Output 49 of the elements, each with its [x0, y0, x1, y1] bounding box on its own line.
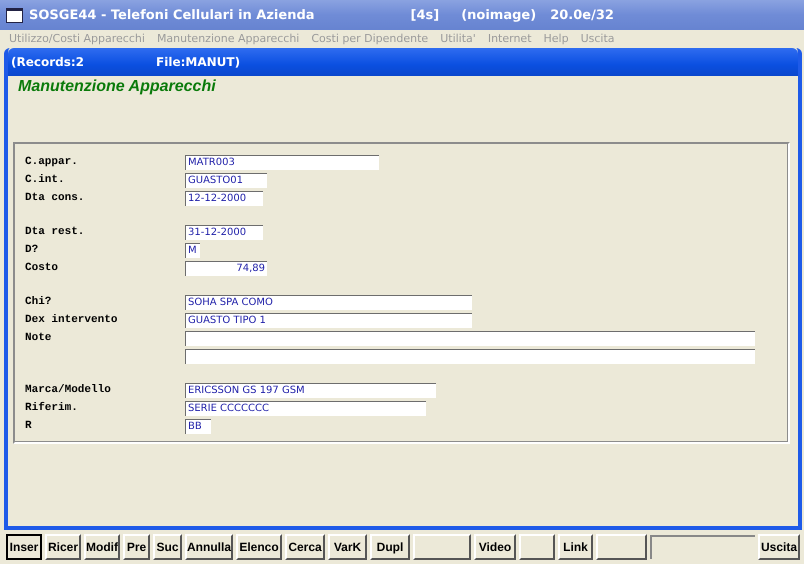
input-field[interactable]: SERIE CCCCCCC	[185, 400, 426, 416]
toolbar-button[interactable]: Dupl	[370, 534, 410, 560]
file-name: File:MANUT)	[156, 55, 240, 69]
toolbar-button[interactable]: Inser	[6, 534, 42, 560]
input-field[interactable]: ERICSSON GS 197 GSM	[185, 382, 436, 398]
input-field[interactable]: GUASTO TIPO 1	[185, 312, 472, 328]
input-field[interactable]: 12-12-2000	[185, 190, 263, 206]
toolbar-button[interactable]: Pre	[123, 534, 150, 560]
field-label: Chi?	[25, 296, 52, 308]
toolbar-button[interactable]: Annulla	[185, 534, 233, 560]
title-info: [4s]	[410, 8, 440, 22]
input-field[interactable]: M	[185, 242, 200, 258]
field-label: D?	[25, 244, 40, 256]
field-label: Marca/Modello	[25, 384, 112, 396]
records-count: (Records:2	[11, 55, 84, 69]
input-field[interactable]: MATR003	[185, 154, 379, 170]
field-label: Costo	[25, 262, 60, 274]
input-field[interactable]: SOHA SPA COMO	[185, 294, 472, 310]
field-label: Riferim.	[25, 402, 79, 414]
input-field[interactable]: 74,89	[185, 260, 267, 276]
toolbar-button[interactable]: Elenco	[236, 534, 282, 560]
input-field[interactable]: 31-12-2000	[185, 224, 263, 240]
blank-button[interactable]	[596, 534, 647, 560]
toolbar-button[interactable]: Cerca	[285, 534, 325, 560]
title-info: (noimage)	[461, 8, 536, 22]
toolbar-button[interactable]: Video	[474, 534, 516, 560]
toolbar-button[interactable]: Modif	[84, 534, 120, 560]
input-field[interactable]	[185, 330, 755, 346]
window-icon	[6, 8, 23, 22]
field-label: Dta cons.	[25, 192, 86, 204]
field-label: C.int.	[25, 174, 66, 186]
field-label: R	[25, 420, 33, 432]
blank-button[interactable]	[413, 534, 471, 560]
blank-button[interactable]	[519, 534, 555, 560]
window-title: SOSGE44 - Telefoni Cellulari in Azienda	[29, 8, 315, 22]
field-label: C.appar.	[25, 156, 79, 168]
toolbar-button[interactable]: Ricer	[45, 534, 81, 560]
toolbar-button[interactable]: Uscita	[758, 534, 800, 560]
input-field[interactable]: GUASTO01	[185, 172, 267, 188]
toolbar-button[interactable]: VarK	[328, 534, 367, 560]
toolbar-button[interactable]: Suc	[153, 534, 182, 560]
field-label: Dex intervento	[25, 314, 118, 326]
form-heading-text: Manutenzione Apparecchi	[18, 78, 216, 95]
field-label: Dta rest.	[25, 226, 86, 238]
toolbar-button[interactable]: Link	[558, 534, 593, 560]
input-field[interactable]	[185, 348, 755, 364]
input-field[interactable]: BB	[185, 418, 211, 434]
title-info: 20.0e/32	[550, 8, 614, 22]
field-label: Note	[25, 332, 52, 344]
